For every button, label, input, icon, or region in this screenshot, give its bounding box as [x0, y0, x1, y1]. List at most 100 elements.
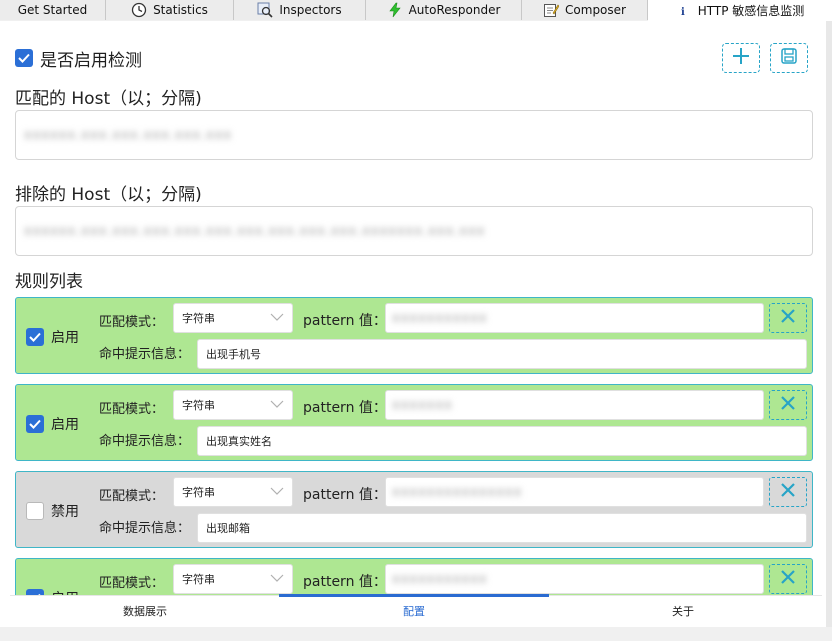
close-icon — [780, 308, 796, 328]
window-bottom-strip — [0, 627, 832, 641]
chevron-down-icon — [270, 399, 284, 412]
match-mode-label: 匹配模式： — [99, 576, 165, 591]
hint-label: 命中提示信息： — [99, 521, 191, 536]
match-host-input[interactable]: xxxxxx.xxx.xxx.xxx.xxx.xxx — [15, 110, 813, 160]
rule-enabled-checkbox[interactable] — [26, 415, 44, 433]
tab-statistics[interactable]: Statistics — [106, 0, 234, 20]
pattern-value: xxxxxxxxxxx — [392, 310, 488, 326]
rule-toggle[interactable]: 启用 — [26, 414, 79, 434]
hint-label: 命中提示信息： — [99, 347, 191, 362]
pattern-input[interactable]: xxxxxxxxxxx — [385, 303, 764, 333]
chevron-down-icon — [270, 312, 284, 325]
rule-enabled-checkbox[interactable] — [26, 502, 44, 520]
chevron-down-icon — [270, 573, 284, 586]
tab-label: 关于 — [672, 605, 694, 618]
hint-input[interactable]: 出现邮箱 — [197, 513, 807, 543]
match-mode-value: 字符串 — [182, 486, 215, 499]
hint-label: 命中提示信息： — [99, 434, 191, 449]
plus-icon — [732, 47, 750, 69]
exclude-host-title: 排除的 Host（以；分隔) — [15, 185, 202, 205]
tab-label: 数据展示 — [123, 605, 167, 618]
tab-http-sensitive-monitor[interactable]: i HTTP 敏感信息监测 — [648, 0, 832, 21]
tab-label: Get Started — [17, 3, 88, 17]
pattern-value: xxxxxxxxxxx — [392, 571, 488, 587]
match-mode-select[interactable]: 字符串 — [173, 564, 293, 594]
hint-value: 出现手机号 — [206, 348, 261, 361]
match-mode-select[interactable]: 字符串 — [173, 477, 293, 507]
hint-input[interactable]: 出现手机号 — [197, 339, 807, 369]
match-mode-label: 匹配模式： — [99, 489, 165, 504]
add-rule-button[interactable] — [722, 43, 760, 73]
tab-config[interactable]: 配置 — [279, 594, 549, 626]
save-button[interactable] — [770, 43, 808, 73]
rule-card: 禁用 匹配模式： 字符串 pattern 值： xxxxxxxxxxxxxxx … — [15, 471, 813, 548]
rule-toggle-label: 启用 — [51, 417, 79, 433]
exclude-host-value: xxxxxx.xxx.xxx.xxx.xxx.xxx.xxx.xxx.xxx.x… — [24, 223, 486, 239]
tab-inspectors[interactable]: Inspectors — [234, 0, 366, 20]
enable-detection-row[interactable]: 是否启用检测 — [15, 47, 142, 71]
pattern-value: xxxxxxxxxxxxxxx — [392, 484, 523, 500]
pattern-value: xxxxxxx — [392, 397, 453, 413]
tab-label: 配置 — [403, 605, 425, 618]
lightning-icon — [387, 2, 403, 18]
delete-rule-button[interactable] — [769, 303, 807, 333]
match-mode-select[interactable]: 字符串 — [173, 390, 293, 420]
top-tab-strip: Get Started Statistics Inspectors AutoRe… — [0, 0, 832, 21]
exclude-host-input[interactable]: xxxxxx.xxx.xxx.xxx.xxx.xxx.xxx.xxx.xxx.x… — [15, 206, 813, 256]
pattern-label: pattern 值： — [303, 574, 387, 590]
match-host-value: xxxxxx.xxx.xxx.xxx.xxx.xxx — [24, 127, 233, 143]
close-icon — [780, 395, 796, 415]
enable-detection-label: 是否启用检测 — [40, 50, 142, 71]
match-mode-value: 字符串 — [182, 573, 215, 586]
bottom-tab-bar: 数据展示 配置 关于 — [10, 594, 822, 627]
match-host-title: 匹配的 Host（以；分隔) — [15, 89, 202, 109]
tab-label: Inspectors — [279, 3, 342, 17]
svg-text:i: i — [681, 7, 685, 18]
pattern-label: pattern 值： — [303, 313, 387, 329]
match-mode-label: 匹配模式： — [99, 315, 165, 330]
pattern-input[interactable]: xxxxxxx — [385, 390, 764, 420]
delete-rule-button[interactable] — [769, 564, 807, 594]
active-tab-indicator — [279, 594, 549, 597]
chevron-down-icon — [270, 486, 284, 499]
save-icon — [781, 48, 797, 68]
close-icon — [780, 569, 796, 589]
tab-about[interactable]: 关于 — [548, 596, 818, 626]
rule-card: 启用 匹配模式： 字符串 pattern 值： xxxxxxxxxxx 命中提示… — [15, 297, 813, 374]
config-panel: 是否启用检测 匹配的 Host（以；分隔) xxxxxx.xxx.xxx.xxx… — [0, 21, 826, 627]
composer-icon — [543, 2, 560, 18]
close-icon — [780, 482, 796, 502]
clock-icon — [131, 2, 147, 18]
tab-label: Statistics — [153, 3, 208, 17]
tab-autoresponder[interactable]: AutoResponder — [366, 0, 522, 20]
rule-toggle[interactable]: 禁用 — [26, 501, 79, 521]
delete-rule-button[interactable] — [769, 390, 807, 420]
match-mode-value: 字符串 — [182, 312, 215, 325]
pattern-input[interactable]: xxxxxxxxxxxxxxx — [385, 477, 764, 507]
pattern-input[interactable]: xxxxxxxxxxx — [385, 564, 764, 594]
delete-rule-button[interactable] — [769, 477, 807, 507]
match-mode-select[interactable]: 字符串 — [173, 303, 293, 333]
rule-card: 启用 匹配模式： 字符串 pattern 值： xxxxxxx 命中提示信息： … — [15, 384, 813, 461]
tab-get-started[interactable]: Get Started — [0, 0, 106, 20]
tab-label: AutoResponder — [408, 3, 501, 17]
rule-toggle-label: 禁用 — [51, 504, 79, 520]
enable-detection-checkbox[interactable] — [15, 49, 33, 67]
vertical-scrollbar[interactable] — [826, 21, 832, 627]
hint-value: 出现真实姓名 — [206, 435, 272, 448]
pattern-label: pattern 值： — [303, 400, 387, 416]
match-mode-label: 匹配模式： — [99, 402, 165, 417]
hint-input[interactable]: 出现真实姓名 — [197, 426, 807, 456]
rule-enabled-checkbox[interactable] — [26, 328, 44, 346]
rules-list-title: 规则列表 — [15, 272, 83, 292]
hint-value: 出现邮箱 — [206, 522, 250, 535]
tab-data-display[interactable]: 数据展示 — [10, 596, 280, 626]
pattern-label: pattern 值： — [303, 487, 387, 503]
rule-toggle-label: 启用 — [51, 330, 79, 346]
info-icon: i — [676, 3, 692, 19]
match-mode-value: 字符串 — [182, 399, 215, 412]
tab-label: Composer — [565, 3, 626, 17]
rule-toggle[interactable]: 启用 — [26, 327, 79, 347]
tab-composer[interactable]: Composer — [522, 0, 648, 20]
tab-label: HTTP 敏感信息监测 — [697, 4, 805, 18]
